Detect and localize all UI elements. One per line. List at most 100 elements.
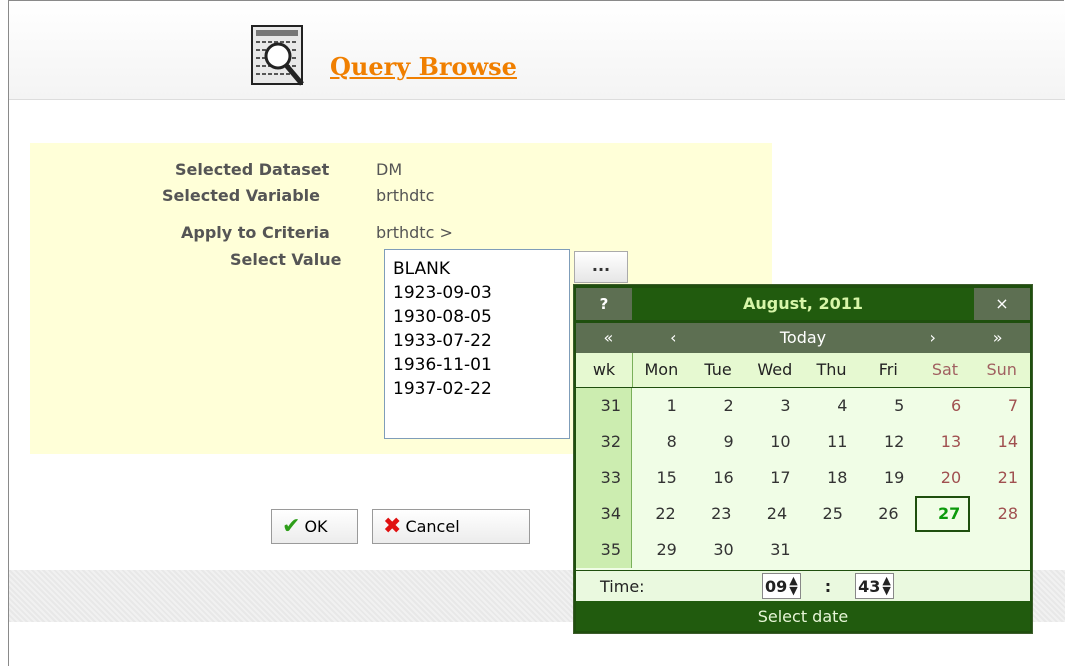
day-name: Wed [757, 360, 793, 379]
calendar-day[interactable]: 10 [746, 424, 803, 460]
day-name: Mon [644, 360, 679, 379]
spinner-arrows-icon: ▲ ▼ [882, 574, 891, 597]
week-number: 33 [576, 460, 632, 496]
list-item[interactable]: BLANK [393, 257, 569, 281]
date-picker-button[interactable]: ... [574, 251, 628, 283]
calendar-week-row: 32 8 9 10 11 12 13 14 [576, 424, 1030, 460]
query-browse-icon [251, 25, 304, 86]
day-name: Thu [816, 360, 847, 379]
calendar-close-button[interactable]: × [974, 288, 1030, 320]
calendar-day[interactable]: 30 [689, 532, 746, 568]
week-number: 32 [576, 424, 632, 460]
calendar-day [973, 532, 1030, 568]
ok-label: OK [304, 517, 328, 536]
calendar-day[interactable]: 25 [799, 496, 855, 532]
minute-spinner[interactable]: 43 ▲ ▼ [855, 573, 894, 599]
calendar-week-row: 33 15 16 17 18 19 20 21 [576, 460, 1030, 496]
spinner-arrows-icon: ▲ ▼ [789, 574, 798, 597]
calendar-day[interactable]: 4 [803, 388, 860, 424]
calendar-day[interactable]: 3 [746, 388, 803, 424]
time-separator: : [824, 576, 832, 596]
calendar-day[interactable]: 14 [973, 424, 1030, 460]
calendar-time-bar: Time: 09 ▲ ▼ : 43 ▲ ▼ [576, 571, 1030, 601]
selected-variable-label: Selected Variable [162, 186, 320, 205]
day-name: Sun [986, 360, 1017, 379]
select-value-label: Select Value [230, 250, 342, 269]
calendar-day[interactable]: 5 [859, 388, 916, 424]
calendar-day[interactable]: 12 [859, 424, 916, 460]
week-number-header: wk [576, 353, 633, 387]
calendar-day[interactable]: 18 [803, 460, 860, 496]
calendar-day[interactable]: 24 [743, 496, 799, 532]
next-month-button[interactable]: › [900, 323, 965, 353]
list-item[interactable]: 1923-09-03 [393, 281, 569, 305]
page-title[interactable]: Query Browse [330, 52, 517, 81]
hour-spinner[interactable]: 09 ▲ ▼ [762, 573, 801, 599]
calendar-day[interactable]: 29 [632, 532, 689, 568]
day-name: Fri [878, 360, 898, 379]
day-name: Tue [704, 360, 732, 379]
calendar-day[interactable]: 13 [916, 424, 973, 460]
calendar-day[interactable]: 26 [855, 496, 911, 532]
calendar-day[interactable]: 11 [803, 424, 860, 460]
calendar-navbar: « ‹ Today › » [576, 323, 1030, 353]
calendar-help-button[interactable]: ? [576, 288, 632, 320]
calendar-day[interactable]: 8 [632, 424, 689, 460]
week-number: 31 [576, 388, 632, 424]
week-number: 34 [576, 496, 632, 532]
calendar-titlebar: ? August, 2011 × [576, 287, 1030, 321]
calendar-day [803, 532, 860, 568]
calendar-day-selected[interactable]: 27 [914, 496, 971, 532]
ok-button[interactable]: ✔ OK [271, 509, 358, 544]
calendar-day[interactable]: 15 [632, 460, 689, 496]
list-item[interactable]: 1933-07-22 [393, 329, 569, 353]
cancel-button[interactable]: ✖ Cancel [372, 509, 530, 544]
calendar-day[interactable]: 28 [974, 496, 1030, 532]
day-name: Sat [931, 360, 959, 379]
selected-dataset-label: Selected Dataset [175, 160, 330, 179]
calendar-day[interactable]: 1 [632, 388, 689, 424]
calendar-week-row: 34 22 23 24 25 26 27 28 [576, 496, 1030, 532]
calendar-day[interactable]: 21 [973, 460, 1030, 496]
apply-criteria-label: Apply to Criteria [181, 223, 330, 242]
next-year-button[interactable]: » [965, 323, 1030, 353]
cancel-label: Cancel [405, 517, 460, 536]
week-number: 35 [576, 532, 632, 568]
today-button[interactable]: Today [706, 323, 901, 353]
minute-value: 43 [858, 576, 881, 596]
calendar-title[interactable]: August, 2011 [632, 288, 974, 320]
calendar-popup: ? August, 2011 × « ‹ Today › » wk Mon Tu… [573, 284, 1033, 634]
calendar-day[interactable]: 31 [746, 532, 803, 568]
list-item[interactable]: 1930-08-05 [393, 305, 569, 329]
calendar-day[interactable]: 6 [916, 388, 973, 424]
value-listbox[interactable]: BLANK 1923-09-03 1930-08-05 1933-07-22 1… [384, 249, 570, 439]
hour-value: 09 [765, 576, 788, 596]
checkmark-icon: ✔ [282, 514, 301, 539]
time-label: Time: [600, 576, 645, 596]
apply-criteria-value: brthdtc > [376, 223, 453, 242]
prev-month-button[interactable]: ‹ [641, 323, 706, 353]
calendar-day[interactable]: 7 [973, 388, 1030, 424]
prev-year-button[interactable]: « [576, 323, 641, 353]
calendar-day[interactable]: 16 [689, 460, 746, 496]
list-item[interactable]: 1937-02-22 [393, 377, 569, 401]
calendar-day[interactable]: 22 [632, 496, 688, 532]
list-item[interactable]: 1936-11-01 [393, 353, 569, 377]
calendar-week-row: 31 1 2 3 4 5 6 7 [576, 388, 1030, 424]
calendar-day[interactable]: 2 [689, 388, 746, 424]
calendar-grid: 31 1 2 3 4 5 6 7 32 8 9 10 11 12 13 14 33 15 16 17 18 19 20 21 3… [576, 388, 1030, 570]
calendar-day [859, 532, 916, 568]
calendar-status-bar: Select date [576, 601, 1030, 631]
calendar-day[interactable]: 20 [916, 460, 973, 496]
calendar-week-row: 35 29 30 31 [576, 532, 1030, 568]
selected-variable-value: brthdtc [376, 186, 435, 205]
calendar-day[interactable]: 23 [688, 496, 744, 532]
page-header: Query Browse [9, 1, 1065, 100]
calendar-day [916, 532, 973, 568]
calendar-day[interactable]: 9 [689, 424, 746, 460]
calendar-day[interactable]: 19 [859, 460, 916, 496]
calendar-day[interactable]: 17 [746, 460, 803, 496]
calendar-day-names: wk Mon Tue Wed Thu Fri Sat Sun [576, 353, 1030, 387]
cancel-x-icon: ✖ [383, 514, 402, 539]
selected-dataset-value: DM [376, 160, 403, 179]
